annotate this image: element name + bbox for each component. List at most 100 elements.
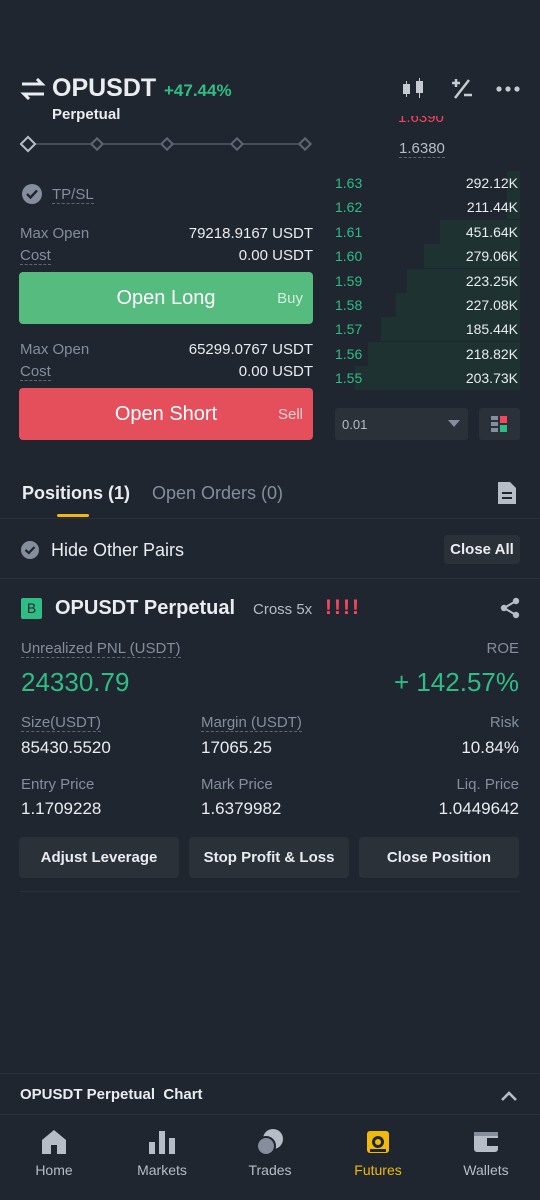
nav-home[interactable]: Home (0, 1115, 108, 1200)
nav-label: Markets (137, 1162, 187, 1178)
max-open-label: Max Open (20, 341, 90, 358)
chevron-down-icon (448, 420, 460, 427)
cost-short-value: 0.00 USDT (238, 363, 313, 380)
liq-price-value: 1.0449642 (438, 799, 519, 818)
divider (0, 518, 540, 519)
bid-amount: 218.82K (465, 345, 518, 362)
calculator-icon[interactable] (449, 78, 475, 100)
bid-row[interactable]: 1.58 227.08K (335, 293, 520, 317)
precision-dropdown[interactable]: 0.01 (335, 408, 468, 440)
mark-price-label: Mark Price (201, 776, 273, 793)
more-icon[interactable] (496, 78, 522, 100)
nav-trades[interactable]: Trades (216, 1115, 324, 1200)
sell-tag: Sell (277, 405, 303, 423)
cost-label: Cost (20, 363, 51, 381)
nav-label: Wallets (463, 1162, 509, 1178)
chart-bar-label[interactable]: OPUSDT Perpetual Chart (20, 1086, 203, 1103)
nav-label: Home (35, 1162, 73, 1178)
bid-price: 1.63 (335, 175, 363, 191)
bid-row[interactable]: 1.55 203.73K (335, 366, 520, 391)
open-short-label: Open Short (114, 402, 218, 425)
precision-value: 0.01 (342, 417, 368, 432)
margin-label: Margin (USDT) (201, 714, 302, 732)
entry-price-value: 1.1709228 (21, 799, 102, 818)
roe-label: ROE (486, 640, 519, 657)
pnl-value: 24330.79 (21, 667, 130, 697)
close-all-button[interactable]: Close All (444, 535, 520, 564)
divider (0, 578, 540, 579)
tab-open-orders[interactable]: Open Orders (0) (152, 483, 283, 504)
pair-title[interactable]: OPUSDT (52, 74, 156, 103)
futures-icon (364, 1128, 392, 1156)
bid-row[interactable]: 1.63 292.12K (335, 171, 520, 195)
divider (20, 891, 520, 892)
bid-amount: 227.08K (465, 297, 518, 313)
roe-value: + 142.57% (393, 667, 519, 697)
bid-row[interactable]: 1.59 223.25K (335, 268, 520, 293)
orderbook-layout-icon[interactable] (479, 408, 520, 440)
bid-row[interactable]: 1.60 279.06K (335, 244, 520, 269)
chevron-up-icon[interactable] (500, 1089, 518, 1101)
document-icon[interactable] (498, 482, 516, 504)
bid-price: 1.58 (335, 297, 363, 313)
pair-change: +47.44% (164, 81, 232, 100)
nav-label: Futures (354, 1162, 402, 1178)
entry-price-label: Entry Price (21, 776, 95, 793)
stop-profit-loss-button[interactable]: Stop Profit & Loss (189, 837, 349, 878)
liq-price-label: Liq. Price (456, 776, 519, 793)
bid-price: 1.55 (335, 370, 363, 387)
tpsl-checkbox-icon[interactable] (22, 184, 42, 204)
contract-type: Perpetual (52, 106, 121, 123)
risk-value: 10.84% (461, 738, 519, 757)
divider (0, 1073, 540, 1074)
trades-icon (256, 1128, 284, 1156)
slider-handle[interactable] (19, 135, 37, 153)
open-long-button[interactable]: Open Long Buy (19, 272, 313, 324)
bid-row[interactable]: 1.56 218.82K (335, 341, 520, 366)
nav-label: Trades (248, 1162, 292, 1178)
cost-label: Cost (20, 247, 51, 265)
slider-mark (297, 136, 313, 152)
bid-amount: 292.12K (465, 175, 518, 191)
candlestick-chart-icon[interactable] (401, 78, 427, 100)
risk-label: Risk (489, 714, 519, 731)
bid-amount: 185.44K (465, 321, 518, 338)
bid-price: 1.61 (335, 223, 363, 240)
bid-amount: 451.64K (465, 223, 518, 240)
active-tab-indicator (57, 514, 89, 517)
slider-mark (229, 136, 245, 152)
bid-price: 1.59 (335, 272, 363, 289)
cost-long-value: 0.00 USDT (238, 247, 313, 264)
side-badge: B (21, 598, 42, 619)
bid-price: 1.57 (335, 321, 363, 338)
markets-icon (148, 1128, 176, 1156)
bid-amount: 223.25K (465, 272, 518, 289)
max-open-long-value: 79218.9167 USDT (188, 225, 313, 242)
hide-other-pairs-label[interactable]: Hide Other Pairs (51, 540, 184, 561)
slider-mark (159, 136, 175, 152)
tab-positions[interactable]: Positions (1) (22, 483, 130, 504)
size-value: 85430.5520 (21, 738, 111, 757)
slider-mark (89, 136, 105, 152)
bid-row[interactable]: 1.57 185.44K (335, 317, 520, 342)
position-symbol[interactable]: OPUSDT Perpetual (55, 597, 235, 620)
nav-markets[interactable]: Markets (108, 1115, 216, 1200)
adjust-leverage-button[interactable]: Adjust Leverage (19, 837, 179, 878)
switch-pair-icon[interactable] (20, 77, 46, 101)
mark-price[interactable]: 1.6380 (399, 140, 445, 158)
bid-row[interactable]: 1.62 211.44K (335, 195, 520, 220)
bottom-nav: Home Markets Trades Futures Wallets (0, 1114, 540, 1200)
bid-price: 1.62 (335, 199, 363, 216)
max-open-label: Max Open (20, 225, 90, 242)
close-position-button[interactable]: Close Position (359, 837, 519, 878)
share-icon[interactable] (499, 597, 521, 619)
tpsl-label[interactable]: TP/SL (52, 186, 94, 204)
hide-pairs-checkbox-icon[interactable] (21, 541, 39, 559)
nav-futures[interactable]: Futures (324, 1115, 432, 1200)
nav-wallets[interactable]: Wallets (432, 1115, 540, 1200)
ask-price-partial: 1.6390 (398, 116, 444, 126)
home-icon (40, 1128, 68, 1156)
buy-tag: Buy (277, 289, 303, 307)
open-short-button[interactable]: Open Short Sell (19, 388, 313, 440)
bid-row[interactable]: 1.61 451.64K (335, 219, 520, 244)
